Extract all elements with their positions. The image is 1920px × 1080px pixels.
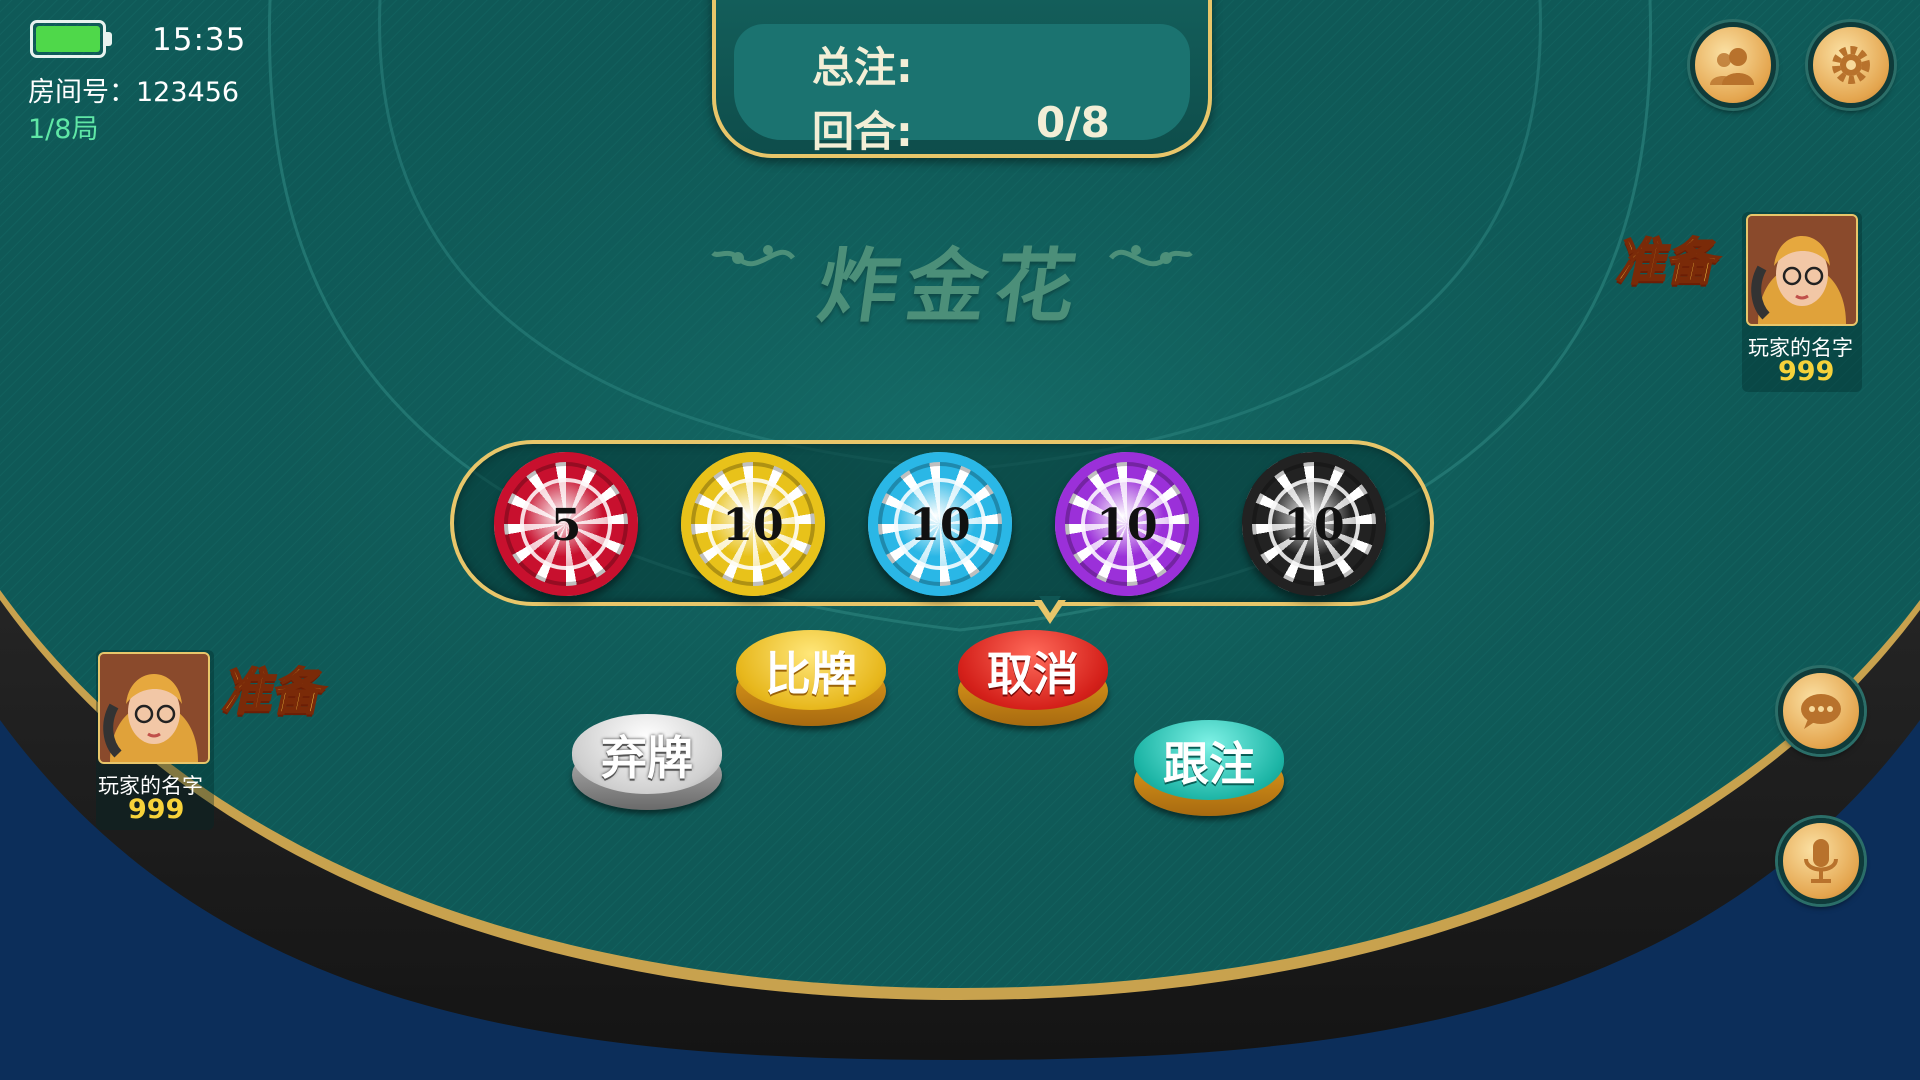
chip-value: 10 [1283, 500, 1345, 551]
right-ornament-icon [1109, 245, 1193, 267]
bet-info-panel [712, 0, 1212, 158]
chip-10-black[interactable]: 10 [1242, 452, 1386, 596]
chat-button[interactable] [1778, 668, 1864, 754]
cancel-label: 取消 [987, 647, 1079, 701]
player-ready-right: 准备 [1612, 231, 1727, 292]
chip-panel-pointer [1034, 596, 1066, 624]
follow-button[interactable]: 跟注 [1134, 720, 1284, 820]
round-label: 回合: [812, 107, 913, 156]
cancel-button[interactable]: 取消 [958, 630, 1108, 730]
gear-icon [1832, 46, 1870, 84]
compare-button[interactable]: 比牌 [736, 630, 886, 730]
chip-value: 10 [909, 500, 971, 551]
player-score-right: 999 [1778, 356, 1835, 387]
chip-10-gold[interactable]: 10 [681, 452, 825, 596]
player-ready-left: 准备 [218, 661, 333, 722]
friends-icon [1710, 48, 1754, 85]
chip-10-purple[interactable]: 10 [1055, 452, 1199, 596]
friends-button[interactable] [1690, 22, 1776, 108]
game-title: 炸金花 [812, 239, 1090, 333]
left-ornament-icon [711, 245, 795, 267]
follow-label: 跟注 [1163, 737, 1255, 791]
chip-10-blue[interactable]: 10 [868, 452, 1012, 596]
player-portrait-icon [1748, 216, 1856, 324]
microphone-icon [1804, 839, 1838, 883]
settings-button[interactable] [1808, 22, 1894, 108]
player-avatar-right[interactable] [1746, 214, 1858, 326]
compare-label: 比牌 [765, 647, 857, 701]
chip-value: 10 [1096, 500, 1158, 551]
round-count: 1/8局 [28, 114, 99, 145]
battery-fill [36, 26, 100, 52]
player-score-left: 999 [128, 794, 185, 825]
chip-value: 10 [722, 500, 784, 551]
battery-indicator [30, 20, 112, 58]
total-bet-label: 总注: [812, 43, 913, 92]
room-number: 房间号：123456 [28, 77, 240, 108]
fold-button[interactable]: 弃牌 [572, 714, 722, 814]
round-value: 0/8 [1036, 98, 1110, 147]
chat-bubble-icon [1801, 694, 1841, 729]
voice-button[interactable] [1778, 818, 1864, 904]
player-portrait-icon [100, 654, 208, 762]
fold-label: 弃牌 [601, 731, 693, 785]
chip-5[interactable]: 5 [494, 452, 638, 596]
clock: 15:35 [152, 22, 247, 58]
chip-value: 5 [550, 500, 582, 551]
player-avatar-left[interactable] [98, 652, 210, 764]
